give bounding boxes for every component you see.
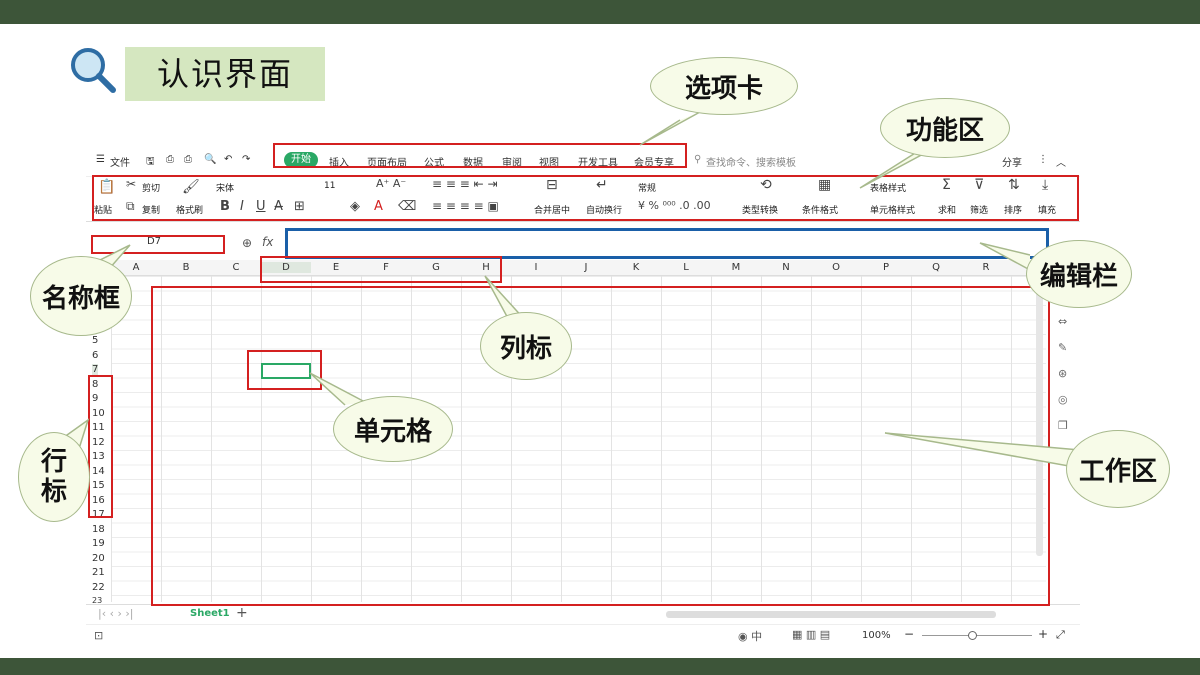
view-mode-icon[interactable]: ▦ ▥ ▤ <box>792 628 830 641</box>
add-sheet-button[interactable]: + <box>236 605 248 621</box>
slide-title: 认识界面 <box>125 47 325 101</box>
undo-icon[interactable]: ↶ <box>224 154 232 165</box>
zoom-level[interactable]: 100% <box>862 630 891 641</box>
search-icon[interactable]: ⚲ <box>694 154 701 165</box>
right-sidebar: ⇔ ✎ ⊛ ◎ ❒ <box>1054 307 1074 437</box>
redo-icon[interactable]: ↷ <box>242 154 250 165</box>
zoom-slider[interactable] <box>922 635 1032 636</box>
print-icon[interactable]: ⎙ <box>184 154 192 165</box>
fullscreen-icon[interactable]: ⤢ <box>1056 628 1065 642</box>
sidebar-tool-icon[interactable]: ⇔ <box>1058 315 1067 328</box>
callout-col-header: 列标 <box>480 312 572 380</box>
menu-icon[interactable]: ☰ <box>96 154 105 165</box>
top-banner <box>0 0 1200 24</box>
tabs-highlight <box>273 143 687 168</box>
row-header[interactable]: 5 <box>92 335 98 346</box>
callout-row-header-line2: 标 <box>40 477 67 507</box>
row-header-highlight <box>88 375 113 518</box>
callout-formula-bar: 编辑栏 <box>1026 240 1132 308</box>
formula-bar-highlight <box>285 228 1049 259</box>
sidebar-edit-icon[interactable]: ✎ <box>1058 341 1067 354</box>
column-header[interactable]: J <box>561 262 611 273</box>
column-header[interactable]: B <box>161 262 211 273</box>
callout-tabs: 选项卡 <box>650 57 798 115</box>
sidebar-book-icon[interactable]: ❒ <box>1058 419 1068 432</box>
column-header[interactable]: N <box>761 262 811 273</box>
row-header[interactable]: 18 <box>92 524 105 535</box>
column-header[interactable]: M <box>711 262 761 273</box>
callout-work-area: 工作区 <box>1066 430 1170 508</box>
bottom-banner <box>0 658 1200 675</box>
zoom-slider-handle[interactable] <box>968 631 977 640</box>
zoom-out-icon[interactable]: − <box>904 627 914 641</box>
column-header[interactable]: K <box>611 262 661 273</box>
callout-row-header: 行 标 <box>18 432 90 522</box>
row-header[interactable]: 19 <box>92 538 105 549</box>
callout-cell: 单元格 <box>333 396 453 462</box>
sheet-tab[interactable]: Sheet1 <box>190 608 230 619</box>
callout-ribbon: 功能区 <box>880 98 1010 158</box>
save-icon[interactable]: 🖫 <box>146 154 155 171</box>
callout-row-header-line1: 行 <box>40 447 67 477</box>
eye-icon[interactable]: ◉ 中 <box>738 628 762 644</box>
row-header[interactable]: 21 <box>92 567 105 578</box>
sidebar-location-icon[interactable]: ◎ <box>1058 393 1068 406</box>
magnifier-icon <box>71 48 116 93</box>
export-icon[interactable]: ⎙ <box>166 154 174 165</box>
more-icon[interactable]: ⋮ <box>1038 154 1048 165</box>
sidebar-style-icon[interactable]: ⊛ <box>1058 367 1067 380</box>
horizontal-scrollbar[interactable] <box>666 611 996 618</box>
column-header[interactable]: Q <box>911 262 961 273</box>
work-area-highlight <box>151 286 1050 606</box>
column-header[interactable]: O <box>811 262 861 273</box>
column-header[interactable]: C <box>211 262 261 273</box>
zoom-formula-icon[interactable]: ⊕ <box>242 236 252 250</box>
col-header-highlight <box>260 256 502 283</box>
zoom-in-icon[interactable]: + <box>1038 627 1048 641</box>
callout-namebox: 名称框 <box>30 256 132 336</box>
preview-icon[interactable]: 🔍 <box>204 154 216 165</box>
column-header[interactable]: I <box>511 262 561 273</box>
ribbon-highlight <box>92 175 1079 221</box>
column-header-bar: A B C D E F G H I J K L M N O P Q R <box>86 260 1080 276</box>
column-header[interactable]: L <box>661 262 711 273</box>
status-bar: ⊡ ◉ 中 ▦ ▥ ▤ 100% − + ⤢ <box>86 624 1080 646</box>
search-input[interactable]: 查找命令、搜索模板 <box>706 154 796 169</box>
collapse-icon[interactable]: ︿ <box>1056 154 1066 169</box>
row-header[interactable]: 7 <box>92 364 99 375</box>
namebox-highlight <box>91 235 225 254</box>
file-menu[interactable]: 文件 <box>110 154 130 169</box>
column-header[interactable]: R <box>961 262 1011 273</box>
fx-icon[interactable]: fx <box>262 235 273 249</box>
row-header[interactable]: 20 <box>92 553 105 564</box>
sheet-tab-bar: |‹ ‹ › ›| Sheet1 + <box>86 604 1080 624</box>
sheet-nav-icon[interactable]: |‹ ‹ › ›| <box>98 607 134 620</box>
row-header[interactable]: 22 <box>92 582 105 593</box>
macro-icon[interactable]: ⊡ <box>94 629 103 642</box>
column-header[interactable]: P <box>861 262 911 273</box>
row-header[interactable]: 6 <box>92 350 98 361</box>
share-button[interactable]: 分享 <box>1002 154 1022 169</box>
